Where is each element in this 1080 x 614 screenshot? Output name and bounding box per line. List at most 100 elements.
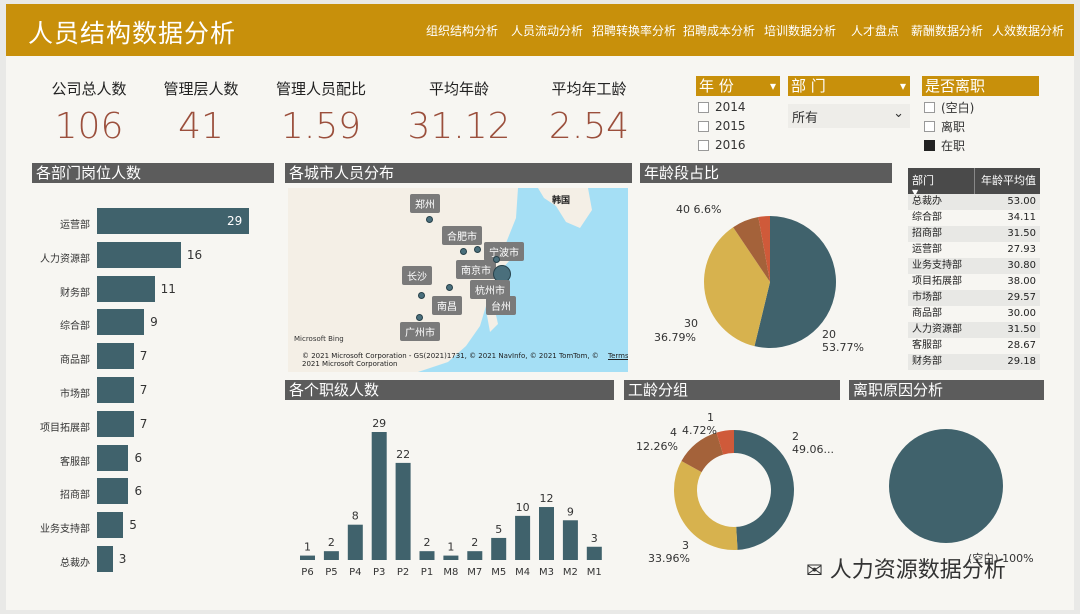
status-slicer-header[interactable]: 是否离职 xyxy=(922,76,1039,96)
dept-bar[interactable] xyxy=(97,478,129,505)
cell-avg-age: 30.80 xyxy=(1007,260,1036,271)
nav-staff-flow[interactable]: 人员流动分析 xyxy=(511,22,583,39)
bar-value-label: 2 xyxy=(471,536,478,549)
chevron-down-icon: ▾ xyxy=(769,79,776,93)
nav-org-structure[interactable]: 组织结构分析 xyxy=(426,22,498,39)
bing-logo: Microsoft Bing xyxy=(294,335,344,343)
city-map[interactable]: 韩国 郑州 合肥市 宁波市 南京市 长沙 杭州市 南昌 台州 广州市 Micro… xyxy=(288,188,628,372)
table-row[interactable]: 总裁办 53.00 xyxy=(908,194,1040,210)
table-row[interactable]: 业务支持部 30.80 xyxy=(908,258,1040,274)
col-header-dept[interactable]: 部门 ▼ xyxy=(908,168,974,194)
year-slicer-header[interactable]: 年 份 ▾ xyxy=(696,76,780,96)
table-row[interactable]: 财务部 29.18 xyxy=(908,354,1040,370)
nav-recruit-conversion[interactable]: 招聘转换率分析 xyxy=(592,22,676,39)
tenure-label-2: 2 xyxy=(792,430,799,443)
map-point[interactable] xyxy=(418,292,425,299)
bar-category-label: 人力资源部 xyxy=(40,253,90,265)
map-city-guangzhou[interactable]: 广州市 xyxy=(400,322,440,341)
table-row[interactable]: 客服部 28.67 xyxy=(908,338,1040,354)
grade-bar[interactable] xyxy=(539,507,554,560)
map-point[interactable] xyxy=(426,216,433,223)
map-korea-label: 韩国 xyxy=(552,196,571,206)
col-header-avg-age[interactable]: 年龄平均值 xyxy=(974,168,1040,194)
grade-bar[interactable] xyxy=(371,432,387,560)
cell-avg-age: 34.11 xyxy=(1007,212,1036,223)
status-option-blank[interactable]: (空白) xyxy=(924,99,974,116)
map-point[interactable] xyxy=(416,314,423,321)
map-city-nanchang[interactable]: 南昌 xyxy=(432,296,462,315)
status-option-active[interactable]: 在职 xyxy=(924,137,965,154)
nav-talent-review[interactable]: 人才盘点 xyxy=(851,22,899,39)
grade-bar[interactable] xyxy=(491,537,507,560)
table-row[interactable]: 运营部 27.93 xyxy=(908,242,1040,258)
dept-dropdown[interactable]: 所有 ⌄ xyxy=(788,104,910,128)
table-row[interactable]: 招商部 31.50 xyxy=(908,226,1040,242)
year-option-2015[interactable]: 2015 xyxy=(698,119,746,133)
map-city-taizhou[interactable]: 台州 xyxy=(486,296,516,315)
dept-bar[interactable] xyxy=(97,343,134,370)
map-point[interactable] xyxy=(460,248,467,255)
map-city-changsha[interactable]: 长沙 xyxy=(402,266,432,285)
table-row[interactable]: 商品部 30.00 xyxy=(908,306,1040,322)
pie-slice[interactable] xyxy=(674,461,738,550)
year-option-2016[interactable]: 2016 xyxy=(698,138,746,152)
map-city-ningbo[interactable]: 宁波市 xyxy=(484,242,524,261)
bar-value-label: 5 xyxy=(495,523,502,536)
table-row[interactable]: 综合部 34.11 xyxy=(908,210,1040,226)
grade-bar[interactable] xyxy=(562,520,578,560)
kpi-ratio-value: 1.59 xyxy=(280,106,362,147)
pie-slice[interactable] xyxy=(889,429,1003,543)
dept-bar[interactable] xyxy=(97,410,134,437)
status-option-label: (空白) xyxy=(941,101,975,115)
grade-bar[interactable] xyxy=(467,551,483,560)
bar-value-label: 2 xyxy=(328,536,335,549)
dept-bar[interactable] xyxy=(97,377,134,403)
pie-slice[interactable] xyxy=(734,430,795,550)
grade-bar[interactable] xyxy=(419,551,435,560)
chevron-down-icon: ⌄ xyxy=(893,106,904,121)
map-city-nanjing[interactable]: 南京市 xyxy=(456,260,496,279)
nav-recruit-cost[interactable]: 招聘成本分析 xyxy=(683,22,755,39)
map-point[interactable] xyxy=(446,284,453,291)
status-slicer-title: 是否离职 xyxy=(925,77,986,95)
age-label-20-pct: 53.77% xyxy=(822,341,864,354)
map-point[interactable] xyxy=(474,246,481,253)
bar-value-label: 2 xyxy=(424,536,431,549)
bar-value-label: 29 xyxy=(227,214,243,228)
table-row[interactable]: 市场部 29.57 xyxy=(908,290,1040,306)
grade-bar[interactable] xyxy=(347,524,363,560)
grade-bar[interactable] xyxy=(300,555,315,560)
grade-bar[interactable] xyxy=(586,546,602,560)
map-terms-link[interactable]: Terms xyxy=(608,352,628,360)
grade-bar[interactable] xyxy=(323,551,339,560)
year-option-2014[interactable]: 2014 xyxy=(698,100,746,114)
grade-count-chart: 1 P6 2 P5 8 P4 29 P3 22 P2 2 P1 1 M8 2 M7 5 M5 10 M4 12 M3 9 M2… xyxy=(300,417,602,578)
dept-bar[interactable] xyxy=(97,309,145,336)
table-row[interactable]: 项目拓展部 38.00 xyxy=(908,274,1040,290)
dept-bar[interactable] xyxy=(97,275,155,302)
nav-training[interactable]: 培训数据分析 xyxy=(764,22,836,39)
nav-efficiency[interactable]: 人效数据分析 xyxy=(992,22,1064,39)
cell-avg-age: 27.93 xyxy=(1007,244,1036,255)
grade-bar[interactable] xyxy=(395,462,411,560)
dept-bar[interactable] xyxy=(97,241,181,268)
grade-bar[interactable] xyxy=(515,515,531,560)
dept-bar[interactable] xyxy=(97,512,124,539)
grade-bar[interactable] xyxy=(443,555,459,560)
map-point[interactable] xyxy=(493,256,500,263)
status-option-left[interactable]: 离职 xyxy=(924,118,965,135)
leave-reason-title: 离职原因分析 xyxy=(849,380,1044,400)
bar-category-label: P6 xyxy=(301,567,313,578)
map-city-hefei[interactable]: 合肥市 xyxy=(442,226,482,245)
table-row[interactable]: 人力资源部 31.50 xyxy=(908,322,1040,338)
bar-value-label: 11 xyxy=(160,281,176,296)
dept-bar[interactable] xyxy=(97,444,129,471)
dept-slicer-header[interactable]: 部 门 ▾ xyxy=(788,76,910,96)
tenure-label-4-pct: 12.26% xyxy=(636,440,678,453)
nav-salary[interactable]: 薪酬数据分析 xyxy=(911,22,983,39)
bar-category-label: M8 xyxy=(443,567,458,578)
bar-category-label: P5 xyxy=(325,567,337,578)
dept-slicer-title: 部 门 xyxy=(791,77,826,95)
dept-bar[interactable] xyxy=(97,546,113,572)
map-city-zhengzhou[interactable]: 郑州 xyxy=(410,194,440,213)
